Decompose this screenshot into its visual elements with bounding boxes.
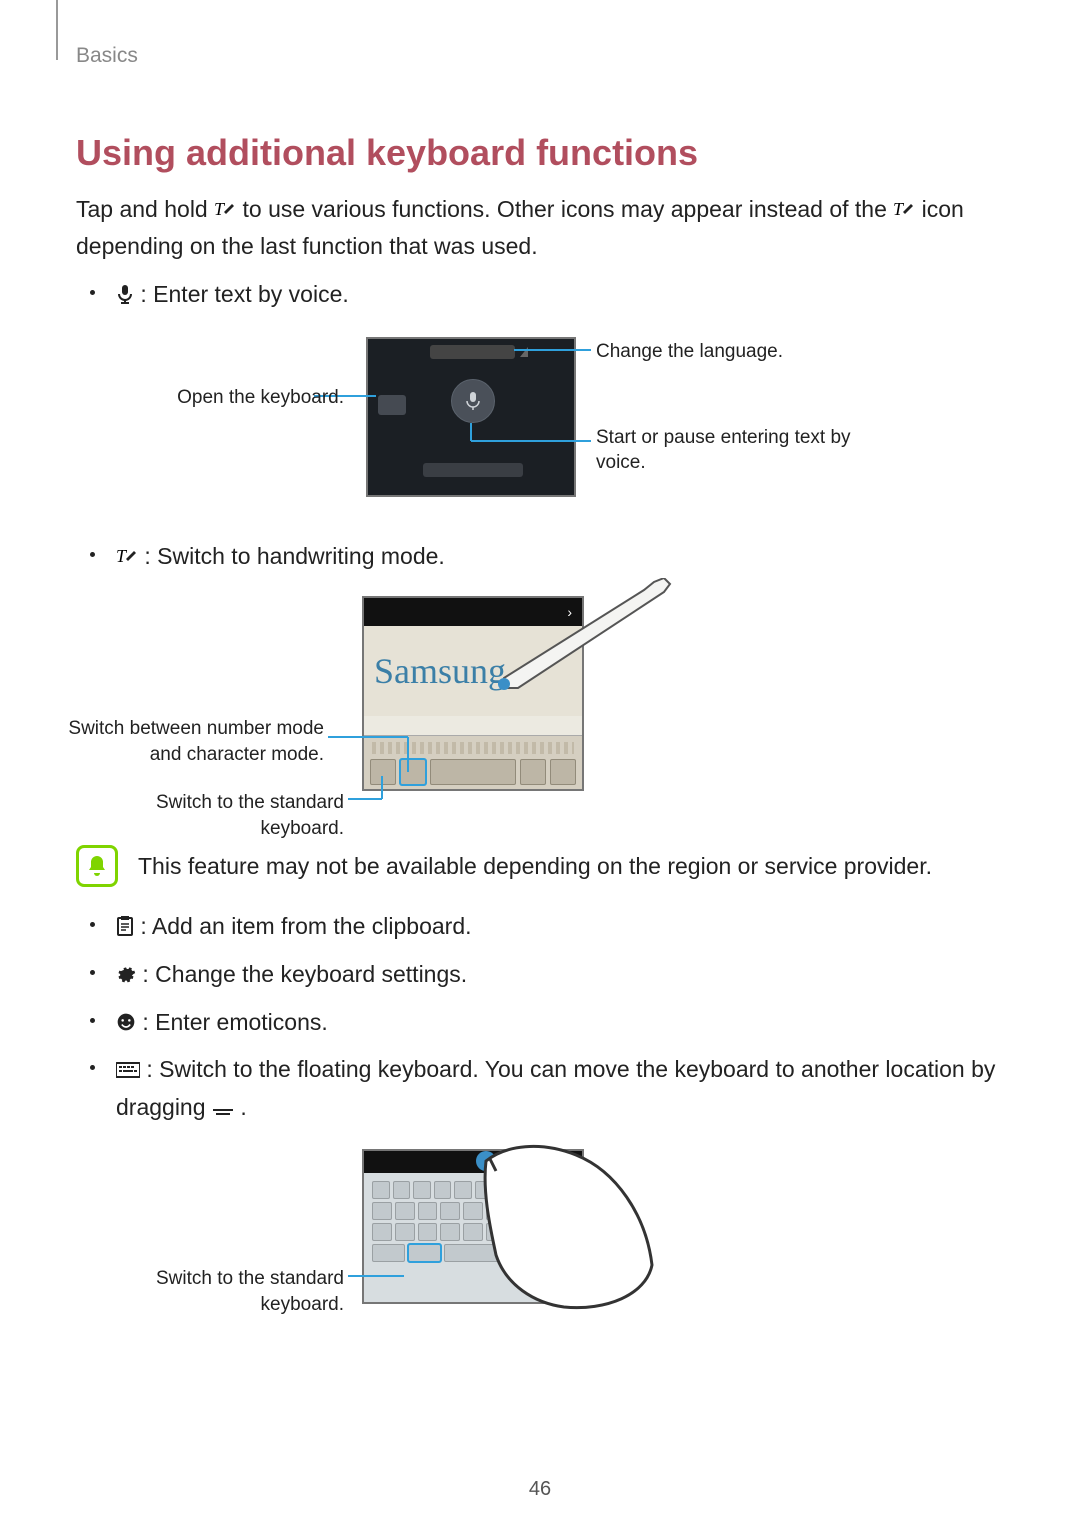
list-item: : Add an item from the clipboard. — [76, 909, 1004, 947]
handwriting-toolbar — [364, 735, 582, 789]
note-text: This feature may not be available depend… — [138, 853, 932, 880]
callout-switch-num-char: Switch between number mode and character… — [64, 716, 324, 767]
callout-switch-std-kb-2: Switch to the standard keyboard. — [76, 1266, 344, 1317]
svg-text:T: T — [116, 546, 128, 566]
gear-icon — [116, 959, 136, 995]
floating-std-kb-button — [408, 1244, 441, 1262]
page-number: 46 — [0, 1478, 1080, 1501]
emoticon-icon — [116, 1007, 136, 1043]
voice-screenshot — [366, 337, 576, 497]
callout-switch-std-kb: Switch to the standard keyboard. — [76, 790, 344, 841]
bullet-emoticons-text: : Enter emoticons. — [142, 1009, 327, 1035]
voice-keyboard-button — [378, 395, 406, 415]
handwriting-space — [430, 759, 516, 785]
callout-open-keyboard: Open the keyboard. — [177, 385, 344, 411]
t-pen-icon: T — [214, 194, 236, 229]
voice-figure: Open the keyboard. Change the language. … — [76, 333, 1004, 513]
bullet-floating-post: . — [240, 1094, 246, 1120]
handwriting-mode-toggle — [400, 759, 426, 785]
bullet-floating-pre: : Switch to the floating keyboard. You c… — [116, 1056, 995, 1120]
list-item: : Switch to the floating keyboard. You c… — [76, 1052, 1004, 1127]
voice-mic-button — [451, 379, 495, 423]
handwriting-enter — [550, 759, 576, 785]
voice-language-arrow — [520, 347, 528, 357]
voice-tap-to-speak — [423, 463, 523, 477]
breadcrumb: Basics — [76, 44, 1004, 68]
note-row: This feature may not be available depend… — [76, 845, 1004, 887]
bullet-settings-text: : Change the keyboard settings. — [142, 961, 467, 987]
section-heading: Using additional keyboard functions — [76, 132, 1004, 174]
clipboard-icon — [116, 911, 134, 947]
handwriting-kb-toggle — [370, 759, 396, 785]
handwriting-backspace — [520, 759, 546, 785]
handwriting-figure: › Samsung S — [76, 594, 1004, 819]
t-pen-icon: T — [893, 194, 915, 229]
drag-handle-icon — [212, 1092, 234, 1128]
intro-text-mid: to use various functions. Other icons ma… — [243, 196, 894, 222]
list-item: : Enter text by voice. — [76, 277, 1004, 315]
floating-figure: › Switch to the standard keyboard. — [76, 1145, 1004, 1330]
floating-keyboard-icon — [116, 1054, 140, 1090]
voice-language-bar — [430, 345, 515, 359]
intro-paragraph: Tap and hold T to use various functions.… — [76, 192, 1004, 263]
handwriting-sample-text: Samsung — [374, 650, 506, 692]
svg-text:T: T — [214, 199, 226, 219]
mic-icon — [116, 279, 134, 315]
svg-text:T: T — [893, 199, 905, 219]
hand-pointer-icon — [446, 1135, 676, 1325]
list-item: : Change the keyboard settings. — [76, 957, 1004, 995]
list-item: T : Switch to handwriting mode. — [76, 539, 1004, 577]
note-icon — [76, 845, 118, 887]
intro-text-pre: Tap and hold — [76, 196, 214, 222]
callout-change-language: Change the language. — [596, 339, 783, 365]
stylus-icon — [494, 578, 684, 698]
callout-start-pause-voice: Start or pause entering text by voice. — [596, 425, 896, 476]
t-pen-icon: T — [116, 541, 138, 577]
bullet-handwriting-text: : Switch to handwriting mode. — [144, 543, 444, 569]
list-item: : Enter emoticons. — [76, 1005, 1004, 1043]
bullet-voice-text: : Enter text by voice. — [140, 281, 348, 307]
page-margin-rule — [56, 0, 58, 60]
bullet-clipboard-text: : Add an item from the clipboard. — [140, 913, 471, 939]
